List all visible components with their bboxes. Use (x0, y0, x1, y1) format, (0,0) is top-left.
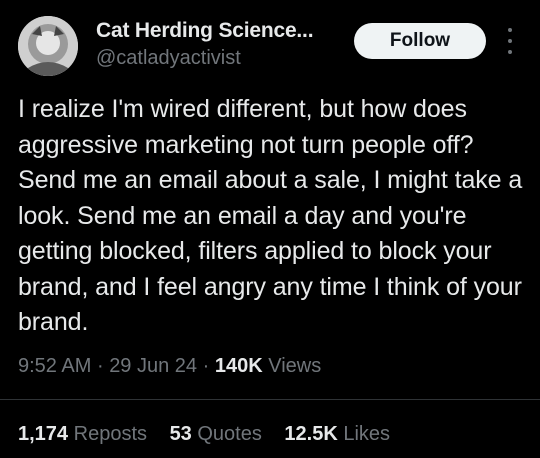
reposts-label: Reposts (73, 423, 147, 445)
tweet-time[interactable]: 9:52 AM (18, 355, 91, 377)
avatar[interactable] (18, 16, 78, 76)
quotes-stat[interactable]: 53 Quotes (170, 423, 262, 446)
likes-label: Likes (343, 423, 391, 445)
tweet-date[interactable]: 29 Jun 24 (109, 355, 197, 377)
views-label: Views (268, 355, 322, 377)
meta-separator: · (202, 355, 210, 377)
dot (508, 28, 512, 32)
follow-button[interactable]: Follow (354, 23, 486, 59)
quotes-label: Quotes (197, 423, 262, 445)
divider (0, 399, 540, 400)
tweet-text: I realize I'm wired different, but how d… (18, 95, 523, 336)
quotes-count: 53 (169, 423, 192, 445)
likes-stat[interactable]: 12.5K Likes (284, 423, 390, 446)
meta-separator: · (96, 355, 104, 377)
likes-count: 12.5K (284, 423, 338, 445)
reposts-count: 1,174 (18, 423, 69, 445)
dot (508, 50, 512, 54)
reposts-stat[interactable]: 1,174 Reposts (18, 423, 147, 446)
tweet-meta: 9:52 AM · 29 Jun 24 · 140K Views (18, 355, 321, 378)
author-display-name[interactable]: Cat Herding Science... (96, 19, 314, 43)
more-vertical-icon[interactable] (500, 28, 520, 54)
dot (508, 39, 512, 43)
engagement-stats: 1,174 Reposts 53 Quotes 12.5K Likes (18, 423, 407, 446)
avatar-image (18, 16, 78, 76)
author-handle[interactable]: @catladyactivist (96, 47, 241, 70)
views-count[interactable]: 140K (215, 355, 263, 377)
